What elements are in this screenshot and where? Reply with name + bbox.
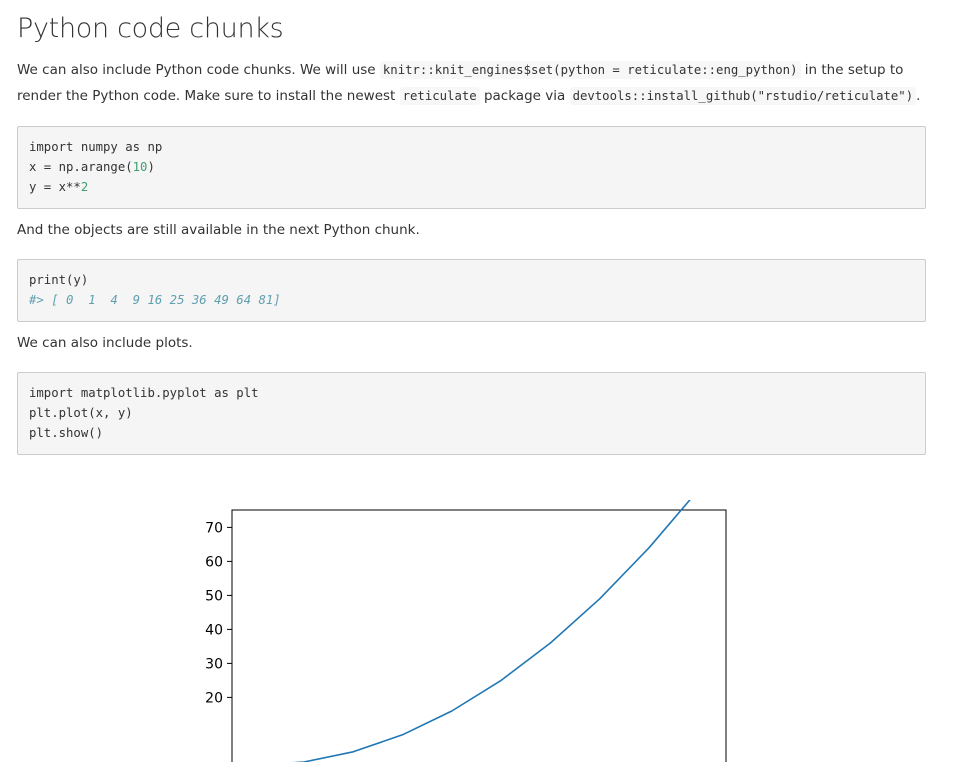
code-line: plt.plot(x, y) [29, 406, 133, 420]
code-output: #> [ 0 1 4 9 16 25 36 49 64 81] [29, 293, 281, 307]
code-block-numpy[interactable]: import numpy as np x = np.arange(10) y = x… [17, 126, 926, 209]
y-tick-label: 30 [205, 656, 223, 672]
intro-text-5: . [916, 88, 921, 104]
objects-paragraph: And the objects are still available in t… [17, 222, 420, 238]
y-tick-label: 20 [205, 690, 223, 706]
intro-text-2: in the setup to [800, 62, 904, 78]
intro-text-1: We can also include Python code chunks. … [17, 62, 380, 78]
code-line: plt.show() [29, 426, 104, 440]
code-block-print[interactable]: print(y) #> [ 0 1 4 9 16 25 36 49 64 81] [17, 259, 926, 322]
y-tick-label: 70 [205, 520, 223, 536]
plots-paragraph: We can also include plots. [17, 335, 193, 351]
code-line: y = x**2 [29, 180, 89, 194]
y-tick-label: 80 [205, 500, 223, 502]
intro-text-4: package via [479, 88, 570, 104]
code-line: import numpy as np [29, 140, 163, 154]
code-line: x = np.arange(10) [29, 160, 155, 174]
code-line: print(y) [29, 273, 89, 287]
y-tick-label: 50 [205, 588, 223, 604]
line-chart: 20 30 40 50 60 70 80 [205, 500, 727, 762]
code-block-matplotlib[interactable]: import matplotlib.pyplot as plt plt.plot(… [17, 372, 926, 455]
intro-text-3: render the Python code. Make sure to ins… [17, 88, 400, 104]
inline-code-install-github: devtools::install_github("rstudio/reticu… [569, 87, 917, 105]
intro-paragraph: We can also include Python code chunks. … [17, 57, 920, 109]
inline-code-knit-engines: knitr::knit_engines$set(python = reticul… [379, 61, 801, 79]
inline-code-reticulate: reticulate [399, 87, 480, 105]
page-title: Python code chunks [17, 13, 284, 44]
y-tick-label: 40 [205, 622, 223, 638]
code-line: import matplotlib.pyplot as plt [29, 386, 259, 400]
series-line [292, 500, 691, 762]
plot-frame [231, 509, 727, 762]
y-tick-label: 60 [205, 554, 223, 570]
